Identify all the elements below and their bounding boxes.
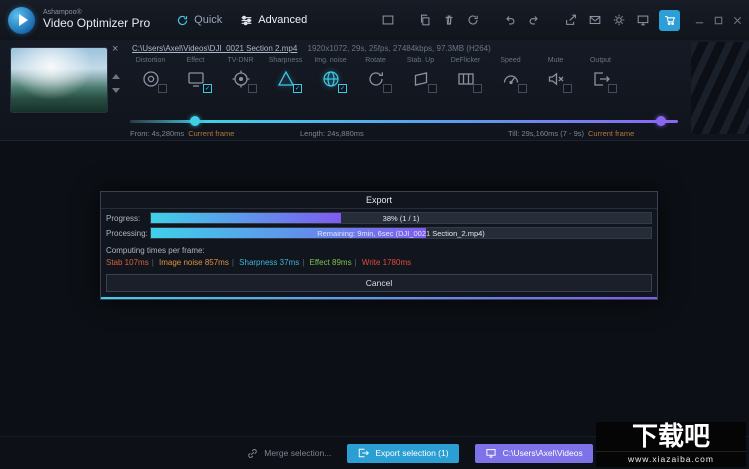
processing-bar: Remaining: 9min, 6sec (DJI_0021 Section_… [150,227,652,239]
tool-sharpness[interactable]: Sharpness ✓ [263,57,308,93]
film-strip-decoration [691,42,749,134]
refresh-icon[interactable] [465,13,480,28]
from-current-frame-tag: Current frame [188,129,235,138]
processing-label: Processing: [106,228,148,238]
app-brand: Ashampoo® Video Optimizer Pro [43,9,150,31]
watermark-url: www.xiazaiba.com [596,451,746,467]
tab-advanced-label: Advanced [258,14,308,26]
trash-icon[interactable] [441,13,456,28]
timeline-handle-end[interactable] [656,116,667,126]
titlebar-actions [380,9,749,31]
clip-scroll-arrows [112,74,120,93]
tool-speed[interactable]: Speed ✓ [488,57,533,93]
output-folder-button[interactable]: C:\Users\Axel\Videos [474,443,593,463]
share-icon[interactable] [563,13,578,28]
maximize-icon[interactable] [712,14,724,26]
close-icon[interactable] [731,14,743,26]
remove-clip-icon[interactable]: × [112,43,118,55]
merge-selection-link[interactable]: Merge selection... [246,447,331,460]
tool-checkbox[interactable]: ✓ [158,84,167,93]
tool-mute[interactable]: Mute ✓ [533,57,578,93]
clip-info: 1920x1072, 29s, 25fps, 27484kbps, 97.3MB… [307,44,491,53]
undo-icon[interactable] [502,13,517,28]
timeline-length: Length: 24s,880ms [300,129,364,138]
tab-quick-label: Quick [194,14,223,26]
tool-checkbox[interactable]: ✓ [338,84,347,93]
tool-bar: Distortion ✓ Effect ✓ TV-DNR ✓ [128,57,623,93]
tab-advanced[interactable]: Advanced [240,14,307,27]
dialog-accent-line [101,297,657,299]
shop-cart-button[interactable] [659,9,680,31]
redo-icon[interactable] [526,13,541,28]
timeline-from: From: 4s,280ms Current frame [130,129,235,138]
timing-image-noise: Image noise 857ms [159,258,229,267]
progress-label: Progress: [106,213,141,223]
progress-bar: 38% (1 / 1) [150,212,652,224]
scroll-down-icon[interactable] [112,88,120,93]
export-icon [357,447,370,459]
timing-stab: Stab 107ms [106,258,149,267]
tool-checkbox[interactable]: ✓ [518,84,527,93]
settings-gear-icon[interactable] [611,13,626,28]
scroll-up-icon[interactable] [112,74,120,79]
mode-tabs: Quick Advanced [176,14,307,27]
tool-checkbox[interactable]: ✓ [293,84,302,93]
quick-mode-icon [176,14,189,27]
minimize-icon[interactable] [693,14,705,26]
tool-stab-up[interactable]: Stab. Up ✓ [398,57,443,93]
advanced-sliders-icon [240,14,253,27]
timing-effect: Effect 89ms [309,258,352,267]
tool-rotate[interactable]: Rotate ✓ [353,57,398,93]
app-window: Ashampoo® Video Optimizer Pro Quick Adva… [0,0,749,469]
tab-quick[interactable]: Quick [176,14,222,27]
export-selection-button[interactable]: Export selection (1) [347,443,459,463]
clip-panel: × C:\Users\Axel\Videos\DJI_0021 Section … [0,40,749,141]
timeline-track[interactable] [130,116,678,126]
dialog-title: Export [101,192,657,209]
app-logo-icon [8,6,35,34]
tool-deflicker[interactable]: DeFlicker ✓ [443,57,488,93]
tool-checkbox[interactable]: ✓ [383,84,392,93]
export-dialog: Export Progress: 38% (1 / 1) Processing:… [100,191,658,300]
clip-thumbnail[interactable] [10,47,108,113]
tool-checkbox[interactable]: ✓ [473,84,482,93]
tool-distortion[interactable]: Distortion ✓ [128,57,173,93]
link-chain-icon [246,447,259,460]
preview-panel-icon[interactable] [380,13,395,28]
tool-checkbox[interactable]: ✓ [608,84,617,93]
tool-checkbox[interactable]: ✓ [203,84,212,93]
watermark-logo-text: 下载吧 [596,421,746,451]
tool-effect[interactable]: Effect ✓ [173,57,218,93]
copy-icon[interactable] [417,13,432,28]
tool-checkbox[interactable]: ✓ [428,84,437,93]
cancel-button[interactable]: Cancel [106,274,652,292]
clip-file-line: C:\Users\Axel\Videos\DJI_0021 Section 2.… [132,44,491,53]
title-bar: Ashampoo® Video Optimizer Pro Quick Adva… [0,0,749,40]
tool-checkbox[interactable]: ✓ [248,84,257,93]
tool-output[interactable]: Output ✓ [578,57,623,93]
timing-breakdown: Stab 107ms | Image noise 857ms | Sharpness… [106,258,412,267]
timeline-handle-start[interactable] [190,116,201,126]
display-icon[interactable] [635,13,650,28]
timing-sharpness: Sharpness 37ms [239,258,300,267]
processing-text: Remaining: 9min, 6sec (DJI_0021 Section_… [317,228,485,238]
computing-times-label: Computing times per frame: [106,246,205,255]
till-current-frame-tag: Current frame [588,129,635,138]
tool-checkbox[interactable]: ✓ [563,84,572,93]
display-folder-icon [485,447,497,459]
mail-icon[interactable] [587,13,602,28]
timeline-line [130,120,678,123]
timeline-till: Till: 29s,160ms (7 - 9s) Current frame [508,129,635,138]
clip-path-link[interactable]: C:\Users\Axel\Videos\DJI_0021 Section 2.… [132,44,297,53]
app-title: Video Optimizer Pro [43,16,151,31]
window-controls [693,14,743,26]
progress-text: 38% (1 / 1) [382,213,420,223]
watermark: 下载吧 www.xiazaiba.com [596,421,746,467]
tool-img-noise[interactable]: Img. noise ✓ [308,57,353,93]
tool-tv-dnr[interactable]: TV-DNR ✓ [218,57,263,93]
timing-write: Write 1780ms [361,258,412,267]
